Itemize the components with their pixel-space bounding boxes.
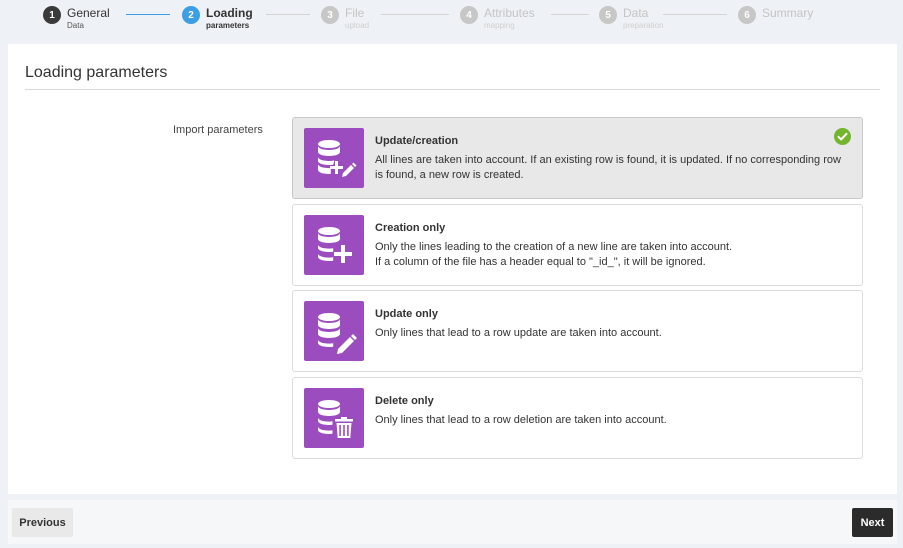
step-title: Summary (762, 6, 814, 20)
option-description: Only the lines leading to the creation o… (375, 241, 733, 268)
step-loading[interactable]: 2 Loading parameters (182, 5, 253, 31)
step-connector (126, 14, 170, 15)
step-subtitle: preparation (623, 21, 664, 30)
option-update-only[interactable]: Update only Only lines that lead to a ro… (292, 290, 863, 372)
step-data: 5 Data preparation (599, 5, 663, 31)
step-subtitle: Data (67, 21, 84, 30)
step-general[interactable]: 1 General Data (43, 5, 110, 31)
step-attributes: 4 Attributes mapping (460, 5, 535, 31)
step-number: 1 (43, 6, 61, 24)
database-plus-icon (304, 215, 364, 275)
option-title: Delete only (375, 395, 434, 407)
step-number: 6 (738, 6, 756, 24)
option-update-creation[interactable]: Update/creation All lines are taken into… (292, 117, 863, 199)
check-icon (834, 128, 851, 145)
wizard-stepper: 1 General Data 2 Loading parameters 3 Fi… (0, 0, 903, 42)
step-file: 3 File upload (321, 5, 369, 31)
option-description: Only lines that lead to a row update are… (375, 327, 662, 339)
import-parameters-label: Import parameters (173, 124, 263, 136)
step-summary: 6 Summary (738, 5, 813, 24)
divider (25, 89, 880, 90)
step-number: 4 (460, 6, 478, 24)
page-title: Loading parameters (25, 64, 168, 81)
step-subtitle: mapping (484, 21, 515, 30)
database-edit-icon (304, 301, 364, 361)
next-button[interactable]: Next (852, 508, 893, 537)
previous-button[interactable]: Previous (12, 508, 73, 537)
step-connector (381, 14, 449, 15)
step-number: 3 (321, 6, 339, 24)
step-number: 5 (599, 6, 617, 24)
step-title: Attributes (484, 6, 535, 20)
step-connector (663, 14, 727, 15)
option-title: Update only (375, 308, 438, 320)
option-title: Update/creation (375, 135, 459, 147)
step-title: General (67, 6, 110, 20)
step-connector (266, 14, 310, 15)
database-trash-icon (304, 388, 364, 448)
step-subtitle: parameters (206, 21, 250, 30)
database-edit-plus-icon (304, 128, 364, 188)
option-title: Creation only (375, 222, 446, 234)
step-subtitle: upload (345, 21, 370, 30)
option-creation-only[interactable]: Creation only Only the lines leading to … (292, 204, 863, 286)
wizard-footer: Previous Next (8, 500, 897, 544)
option-description: All lines are taken into account. If an … (375, 154, 841, 181)
loading-parameters-panel: Loading parameters Import parameters Upd… (8, 44, 897, 494)
step-title: File (345, 6, 365, 20)
option-description: Only lines that lead to a row deletion a… (375, 414, 667, 426)
option-delete-only[interactable]: Delete only Only lines that lead to a ro… (292, 377, 863, 459)
step-title: Data (623, 6, 649, 20)
step-number: 2 (182, 6, 200, 24)
step-title: Loading (206, 6, 253, 20)
step-connector (551, 14, 589, 15)
